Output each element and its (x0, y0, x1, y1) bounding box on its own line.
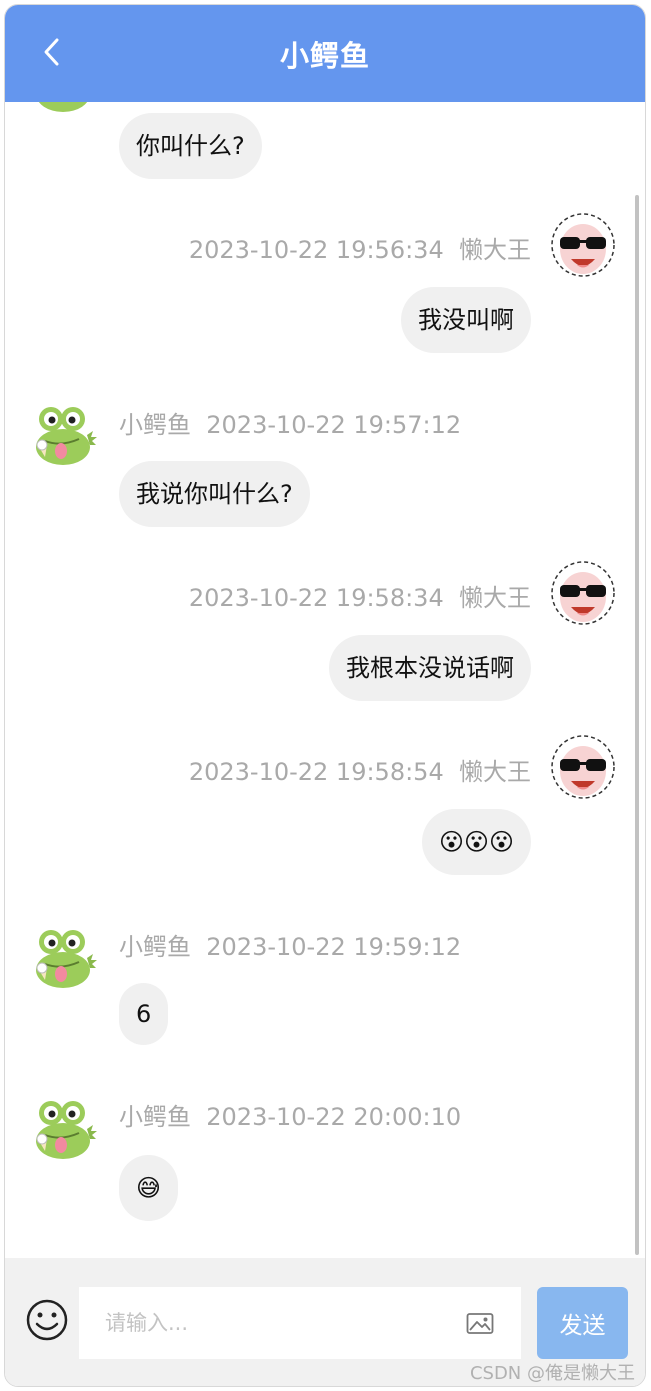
message-time: 2023-10-22 19:58:54 (188, 758, 444, 786)
message-bubble: 我说你叫什么? (119, 461, 310, 527)
image-icon[interactable] (466, 1312, 494, 1336)
message-sender: 小鳄鱼 (119, 1103, 191, 1131)
message-sender: 小鳄鱼 (119, 411, 191, 439)
message-time: 2023-10-22 19:57:12 (206, 411, 462, 439)
message-meta: 小鳄鱼 2023-10-22 19:57:12 (119, 405, 461, 440)
scrollbar[interactable] (635, 195, 639, 1255)
message-sender: 懒大王 (459, 758, 531, 786)
message-sender: 小鳄鱼 (119, 933, 191, 961)
message-sender: 懒大王 (459, 584, 531, 612)
message-meta: 2023-10-22 19:58:34 懒大王 (189, 578, 531, 613)
message-meta: 小鳄鱼 2023-10-22 20:00:10 (119, 1097, 461, 1132)
message-bubble: 我根本没说话啊 (329, 635, 531, 701)
message-bubble: 😮😮😮 (421, 809, 531, 875)
send-button[interactable]: 发送 (537, 1287, 628, 1359)
message-bubble: 我没叫啊 (401, 287, 531, 353)
avatar-lazy-king (547, 727, 619, 805)
message-time: 2023-10-22 20:00:10 (206, 1103, 462, 1131)
avatar-crocodile (27, 918, 99, 996)
crocodile-avatar-icon (36, 407, 97, 465)
avatar-lazy-king (547, 553, 619, 631)
message-bubble: 😅 (119, 1155, 179, 1221)
crocodile-avatar-icon (36, 1101, 97, 1159)
message-meta: 2023-10-22 19:56:34 懒大王 (189, 230, 531, 265)
page-title: 小鳄鱼 (279, 39, 370, 73)
crocodile-avatar-icon (36, 930, 97, 988)
avatar-crocodile (27, 1089, 99, 1167)
chat-window: 小鳄鱼 你叫什么? 2023-10-22 19:56:34 懒大王 我没叫啊 小… (4, 4, 646, 1387)
lazy-king-avatar-icon (551, 213, 615, 277)
message-list[interactable]: 你叫什么? 2023-10-22 19:56:34 懒大王 我没叫啊 小鳄鱼 2… (5, 102, 645, 1258)
message-input[interactable] (79, 1287, 521, 1359)
lazy-king-avatar-icon (551, 735, 615, 799)
lazy-king-avatar-icon (551, 561, 615, 625)
message-meta: 小鳄鱼 2023-10-22 19:59:12 (119, 927, 461, 962)
message-time: 2023-10-22 19:58:34 (188, 584, 444, 612)
header-bar: 小鳄鱼 (5, 5, 645, 102)
message-meta: 2023-10-22 19:58:54 懒大王 (189, 752, 531, 787)
watermark: CSDN @俺是懒大王 (469, 1363, 635, 1384)
avatar-crocodile (27, 395, 99, 473)
message-bubble: 你叫什么? (119, 113, 262, 179)
smile-icon[interactable] (25, 1298, 69, 1342)
avatar-crocodile (27, 102, 99, 120)
message-bubble: 6 (119, 983, 169, 1045)
message-sender: 懒大王 (459, 236, 531, 264)
message-time: 2023-10-22 19:56:34 (188, 236, 444, 264)
avatar-lazy-king (547, 205, 619, 283)
message-time: 2023-10-22 19:59:12 (206, 933, 462, 961)
crocodile-avatar-icon (38, 102, 88, 112)
